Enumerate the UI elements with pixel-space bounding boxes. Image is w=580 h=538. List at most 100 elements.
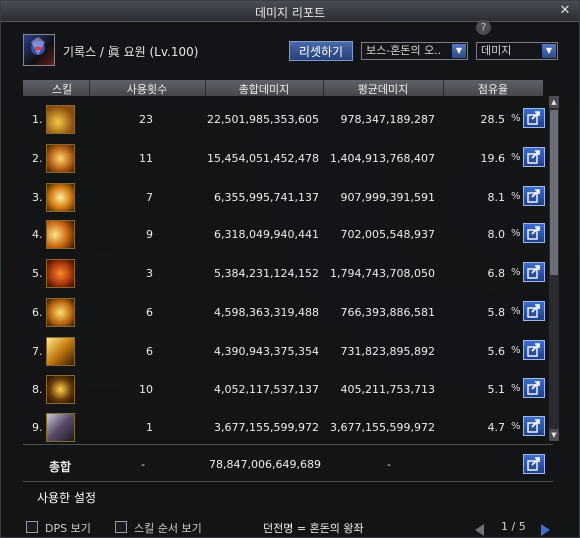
share-button[interactable] (523, 262, 545, 282)
table-row: 1. 23 22,501,985,353,605 978,347,189,287 28.… (23, 103, 545, 141)
row-rank: 5. (32, 267, 43, 280)
tab-used-settings[interactable]: 사용한 설정 (23, 486, 108, 508)
row-total: 5,384,231,124,152 (214, 267, 319, 280)
share-button[interactable] (523, 223, 545, 243)
share-button[interactable] (523, 186, 545, 206)
row-count: 11 (139, 152, 153, 165)
scrollbar[interactable]: ▲ ▼ (549, 96, 559, 441)
help-icon[interactable]: ? (476, 20, 491, 35)
skill-icon-4 (46, 220, 75, 249)
column-total: 총합데미지 (238, 83, 290, 96)
row-total: 4,390,943,375,354 (214, 345, 319, 358)
character-name: 기록스 / 眞 요원 (Lv.100) (63, 45, 199, 59)
table-row: 3. 7 6,355,995,741,137 907,999,391,591 8.1% (23, 181, 545, 219)
total-row: 총합 - 78,847,006,649,689 - (23, 451, 560, 477)
table-header: 스킬 사용횟수 총합데미지 평균데미지 점유율 (23, 80, 543, 96)
damage-report-window: 데미지 리포트 ✕ ? 기록스 / 眞 요원 (Lv.100) 리셋하기 보스-… (0, 0, 580, 538)
row-total: 4,598,363,319,488 (214, 306, 319, 319)
row-share: 4.7 (487, 421, 506, 434)
titlebar[interactable]: 데미지 리포트 ✕ (1, 1, 579, 22)
share-button[interactable] (523, 378, 545, 398)
skill-icon-8 (46, 375, 75, 404)
column-share: 점유율 (477, 83, 509, 96)
row-average: 978,347,189,287 (340, 113, 435, 126)
row-average: 1,794,743,708,050 (330, 267, 435, 280)
table-row: 2. 11 15,454,051,452,478 1,404,913,768,407 1… (23, 142, 545, 180)
row-count: 1 (146, 421, 153, 434)
row-average: 907,999,391,591 (340, 191, 435, 204)
share-button[interactable] (523, 147, 545, 167)
table-row: 4. 9 6,318,049,940,441 702,005,548,937 8.0% (23, 218, 545, 256)
bottom-bar: DPS 보기 스킬 순서 보기 던전명 = 혼돈의 왕좌 1 / 5 (1, 511, 579, 538)
share-button[interactable] (523, 416, 545, 436)
percent-sign: % (511, 383, 521, 394)
share-icon (527, 111, 540, 125)
dungeon-select[interactable]: 보스-혼돈의 오.. ▼ (361, 42, 468, 60)
row-share: 6.8 (487, 267, 506, 280)
percent-sign: % (511, 267, 521, 278)
skill-icon-7 (46, 337, 75, 366)
chevron-down-icon: ▼ (542, 44, 556, 58)
scroll-down-icon[interactable]: ▼ (549, 429, 559, 441)
row-average: 766,393,886,581 (340, 306, 435, 319)
row-share: 8.1 (487, 191, 506, 204)
share-button[interactable] (523, 108, 545, 128)
row-count: 6 (146, 345, 153, 358)
row-rank: 8. (32, 383, 43, 396)
avatar (23, 34, 55, 66)
prev-page-icon[interactable] (475, 524, 484, 536)
dps-checkbox[interactable] (26, 521, 38, 533)
percent-sign: % (511, 113, 521, 124)
dungeon-name: 던전명 = 혼돈의 왕좌 (263, 522, 364, 535)
next-page-icon[interactable] (541, 524, 550, 536)
total-count: - (141, 458, 145, 471)
skill-order-checkbox[interactable] (115, 521, 127, 533)
table-row: 6. 6 4,598,363,319,488 766,393,886,581 5.8% (23, 296, 545, 334)
row-rank: 3. (32, 191, 43, 204)
row-average: 405,211,753,713 (340, 383, 435, 396)
percent-sign: % (511, 306, 521, 317)
divider (23, 481, 553, 482)
share-icon (527, 265, 540, 279)
tab-label: 사용한 설정 (37, 491, 97, 505)
row-total: 15,454,051,452,478 (207, 152, 319, 165)
share-icon (527, 343, 540, 357)
total-average: - (387, 458, 391, 471)
row-total: 3,677,155,599,972 (214, 421, 319, 434)
column-average: 평균데미지 (357, 83, 409, 96)
row-rank: 7. (32, 345, 43, 358)
row-average: 702,005,548,937 (340, 228, 435, 241)
percent-sign: % (511, 191, 521, 202)
row-average: 731,823,895,892 (340, 345, 435, 358)
scroll-up-icon[interactable]: ▲ (549, 96, 559, 108)
table-row: 7. 6 4,390,943,375,354 731,823,895,892 5.6% (23, 335, 545, 373)
skill-icon-6 (46, 298, 75, 327)
share-total-button[interactable] (523, 454, 545, 474)
close-icon[interactable]: ✕ (557, 3, 573, 18)
percent-sign: % (511, 421, 521, 432)
column-count: 사용횟수 (126, 83, 168, 96)
share-button[interactable] (523, 340, 545, 360)
share-button[interactable] (523, 301, 545, 321)
reset-button[interactable]: 리셋하기 (289, 41, 353, 61)
row-average: 3,677,155,599,972 (330, 421, 435, 434)
scroll-thumb[interactable] (550, 110, 558, 275)
row-share: 19.6 (480, 152, 506, 165)
metric-select[interactable]: 데미지 ▼ (476, 42, 558, 60)
row-share: 5.8 (487, 306, 506, 319)
row-share: 5.1 (487, 383, 506, 396)
row-total: 6,355,995,741,137 (214, 191, 319, 204)
row-count: 10 (139, 383, 153, 396)
dungeon-select-value: 보스-혼돈의 오.. (366, 44, 442, 57)
share-icon (527, 226, 540, 240)
row-average: 1,404,913,768,407 (330, 152, 435, 165)
chevron-down-icon: ▼ (452, 44, 466, 58)
divider (23, 444, 553, 445)
row-rank: 4. (32, 228, 43, 241)
skill-icon-9 (46, 413, 75, 442)
share-icon (527, 381, 540, 395)
page-indicator: 1 / 5 (501, 520, 526, 533)
row-count: 3 (146, 267, 153, 280)
skill-icon-3 (46, 183, 75, 212)
total-damage: 78,847,006,649,689 (209, 458, 321, 471)
